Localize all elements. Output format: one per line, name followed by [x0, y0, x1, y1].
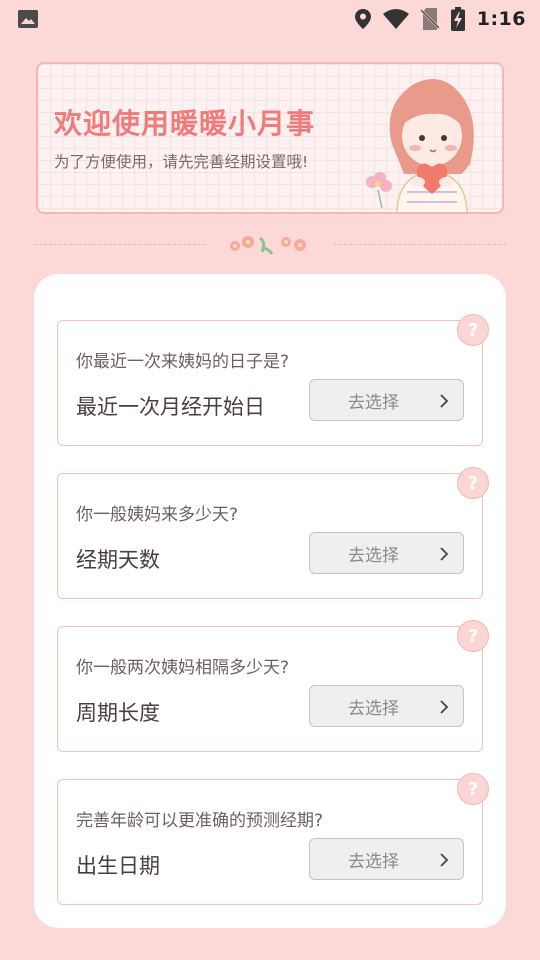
- status-bar: 1:16: [0, 0, 540, 38]
- birth-date-select-button[interactable]: 去选择: [309, 838, 464, 880]
- period-days-item: 你一般姨妈来多少天? 经期天数 去选择 ?: [57, 467, 489, 599]
- flower-ornament-icon: [230, 236, 306, 255]
- help-icon[interactable]: ?: [457, 314, 489, 346]
- wifi-icon: [382, 9, 409, 29]
- last-period-item: 你最近一次来姨妈的日子是? 最近一次月经开始日 去选择 ?: [57, 314, 489, 446]
- select-button-label: 去选择: [348, 698, 399, 719]
- item-label: 最近一次月经开始日: [76, 395, 265, 419]
- settings-card: 你最近一次来姨妈的日子是? 最近一次月经开始日 去选择 ? 你一般姨妈来多少天?…: [34, 274, 506, 928]
- select-button-label: 去选择: [348, 545, 399, 566]
- cycle-length-item: 你一般两次姨妈相隔多少天? 周期长度 去选择 ?: [57, 620, 489, 752]
- item-question: 完善年龄可以更准确的预测经期?: [76, 811, 324, 831]
- divider-line-left: [34, 244, 206, 245]
- no-sim-icon: [420, 8, 439, 30]
- chevron-right-icon: [440, 547, 449, 561]
- decorative-divider: [34, 232, 506, 256]
- select-button-label: 去选择: [348, 392, 399, 413]
- item-question: 你一般姨妈来多少天?: [76, 505, 239, 525]
- item-label: 周期长度: [76, 701, 160, 725]
- status-icons: 1:16: [354, 7, 526, 31]
- divider-line-right: [334, 244, 506, 245]
- item-label: 经期天数: [76, 548, 160, 572]
- banner-title: 欢迎使用暖暖小月事: [54, 107, 316, 140]
- cycle-length-select-button[interactable]: 去选择: [309, 685, 464, 727]
- item-question: 你最近一次来姨妈的日子是?: [76, 352, 290, 372]
- period-days-select-button[interactable]: 去选择: [309, 532, 464, 574]
- item-question: 你一般两次姨妈相隔多少天?: [76, 658, 290, 678]
- status-time: 1:16: [476, 8, 526, 30]
- select-button-label: 去选择: [348, 851, 399, 872]
- gallery-icon: [18, 10, 38, 28]
- chevron-right-icon: [440, 394, 449, 408]
- battery-charging-icon: [450, 7, 465, 31]
- banner-subtitle: 为了方便使用，请先完善经期设置哦!: [54, 153, 309, 171]
- welcome-banner: 欢迎使用暖暖小月事 为了方便使用，请先完善经期设置哦!: [36, 62, 504, 214]
- help-icon[interactable]: ?: [457, 467, 489, 499]
- birth-date-item: 完善年龄可以更准确的预测经期? 出生日期 去选择 ?: [57, 773, 489, 905]
- location-icon: [354, 9, 371, 29]
- chevron-right-icon: [440, 853, 449, 867]
- chevron-right-icon: [440, 700, 449, 714]
- item-label: 出生日期: [76, 854, 160, 878]
- help-icon[interactable]: ?: [457, 773, 489, 805]
- girl-illustration: [366, 79, 474, 212]
- last-period-select-button[interactable]: 去选择: [309, 379, 464, 421]
- help-icon[interactable]: ?: [457, 620, 489, 652]
